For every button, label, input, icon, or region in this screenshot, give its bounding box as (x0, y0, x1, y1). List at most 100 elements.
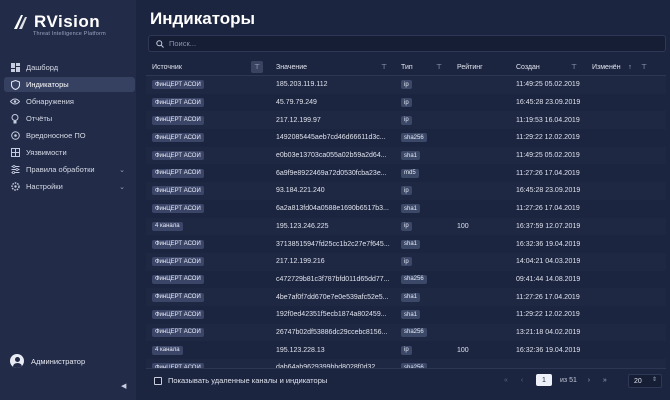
last-page-icon[interactable]: » (599, 377, 611, 384)
table-row[interactable]: ФинЦЕРТ АСОИ 45.79.79.249 ip 16:45:28 23.09… (146, 94, 666, 112)
table-row[interactable]: ФинЦЕРТ АСОИ dab64ab9629399bbd8028f0d32..… (146, 359, 666, 368)
table-row[interactable]: ФинЦЕРТ АСОИ 6a9f9e8922469a72d0530fcba23e… (146, 164, 666, 182)
type-badge: sha1 (401, 204, 421, 214)
sidebar-item-malware[interactable]: Вредоносное ПО (4, 128, 135, 143)
created-cell: 16:37:59 12.07.2019 (516, 222, 581, 230)
rating-cell: 100 (457, 222, 469, 230)
created-cell: 16:45:28 23.09.2019 (516, 187, 581, 195)
value-cell[interactable]: dab64ab9629399bbd8028f0d32... (276, 359, 381, 368)
logo-text: RVision (34, 12, 101, 31)
search-icon (156, 35, 164, 53)
sidebar-item-settings[interactable]: Настройки ⌄ (4, 179, 135, 194)
value-cell[interactable]: 185.203.119.112 (276, 76, 328, 94)
type-cell: ip (401, 111, 412, 129)
sidebar-item-dashboard[interactable]: Дашборд (4, 60, 135, 75)
source-badge: ФинЦЕРТ АСОИ (152, 151, 204, 161)
value-cell[interactable]: 6a9f9e8922469a72d0530fcba23e... (276, 164, 387, 182)
value-cell[interactable]: 192f0ed42351f5ecb1874a802459... (276, 306, 387, 324)
collapse-sidebar-icon[interactable]: ◀ (121, 382, 126, 390)
filter-icon[interactable]: ⊤ (378, 61, 390, 73)
chevron-down-icon: ⌄ (119, 184, 125, 191)
type-badge: sha256 (401, 327, 427, 337)
column-header-modified[interactable]: Изменён (592, 58, 621, 76)
value-cell[interactable]: c472729b81c3f787bfd011d65dd77... (276, 271, 390, 289)
table-row[interactable]: ФинЦЕРТ АСОИ 217.12.199.97 ip 11:19:53 16.0… (146, 111, 666, 129)
prev-page-icon[interactable]: ‹ (516, 377, 528, 384)
source-badge: ФинЦЕРТ АСОИ (152, 204, 204, 214)
created-cell: 13:21:18 04.02.2019 (516, 328, 581, 336)
sidebar-item-vulnerabilities[interactable]: Уязвимости (4, 145, 135, 160)
page-title: Индикаторы (150, 9, 256, 28)
value-cell[interactable]: 45.79.79.249 (276, 94, 317, 112)
type-cell: sha256 (401, 271, 427, 289)
per-page-select[interactable]: 20 ⇕ (628, 374, 662, 388)
table-row[interactable]: ФинЦЕРТ АСОИ c472729b81c3f787bfd011d65dd7… (146, 271, 666, 289)
source-cell: 4 канала (152, 218, 183, 236)
value-cell[interactable]: 195.123.228.13 (276, 341, 325, 359)
sidebar-item-detections[interactable]: Обнаружения (4, 94, 135, 109)
table-row[interactable]: ФинЦЕРТ АСОИ 26747b02df53886dc29ccebc8156… (146, 324, 666, 342)
search-input[interactable] (169, 39, 649, 48)
table-row[interactable]: ФинЦЕРТ АСОИ 37138515947fd25cc1b2c27e7f64… (146, 235, 666, 253)
source-cell: ФинЦЕРТ АСОИ (152, 253, 204, 271)
table-row[interactable]: ФинЦЕРТ АСОИ e0b03e13703ca055a02b59a2d64.… (146, 147, 666, 165)
next-page-icon[interactable]: › (583, 377, 595, 384)
table-row[interactable]: ФинЦЕРТ АСОИ 1492085445aeb7cd46d66611d3c.… (146, 129, 666, 147)
value-cell[interactable]: e0b03e13703ca055a02b59a2d64... (276, 147, 387, 165)
table-row[interactable]: ФинЦЕРТ АСОИ 185.203.119.112 ip 11:49:25 05… (146, 76, 666, 94)
type-badge: sha256 (401, 133, 427, 143)
created-cell: 14:04:21 04.03.2019 (516, 258, 581, 266)
source-cell: ФинЦЕРТ АСОИ (152, 359, 204, 368)
column-header-source[interactable]: Источник (152, 58, 182, 76)
page-number-input[interactable]: 1 (536, 374, 552, 386)
value-cell[interactable]: 1492085445aeb7cd46d66611d3c... (276, 129, 386, 147)
show-deleted-checkbox[interactable] (154, 376, 162, 385)
column-header-created[interactable]: Создан (516, 58, 540, 76)
value-cell[interactable]: 217.12.199.97 (276, 111, 321, 129)
type-badge: ip (401, 257, 412, 267)
column-header-value[interactable]: Значение (276, 58, 307, 76)
table-row[interactable]: ФинЦЕРТ АСОИ 93.184.221.240 ip 16:45:28 23.… (146, 182, 666, 200)
show-deleted-toggle[interactable]: Показывать удаленные каналы и индикаторы (154, 376, 327, 385)
search-bar[interactable] (148, 35, 666, 52)
created-cell: 11:49:25 05.02.2019 (516, 81, 580, 89)
filter-icon[interactable]: ⊤ (568, 61, 580, 73)
value-cell[interactable]: 4be7af0f7dd670e7e0e539afc52e5... (276, 288, 389, 306)
type-cell: ip (401, 94, 412, 112)
table-row[interactable]: ФинЦЕРТ АСОИ 4be7af0f7dd670e7e0e539afc52e… (146, 288, 666, 306)
value-cell[interactable]: 217.12.199.216 (276, 253, 325, 271)
source-cell: ФинЦЕРТ АСОИ (152, 271, 204, 289)
type-cell: ip (401, 253, 412, 271)
value-cell[interactable]: 26747b02df53886dc29ccebc8156... (276, 324, 387, 342)
filter-icon[interactable]: ⊤ (251, 61, 263, 73)
value-cell[interactable]: 6a2a813fd04a0588e1690b6517b3... (276, 200, 389, 218)
table-body: ФинЦЕРТ АСОИ 185.203.119.112 ip 11:49:25 05… (146, 76, 666, 368)
type-badge: ip (401, 115, 412, 125)
value-cell[interactable]: 195.123.246.225 (276, 218, 329, 236)
user-profile[interactable]: Администратор (10, 354, 85, 368)
value-cell[interactable]: 37138515947fd25cc1b2c27e7f645... (276, 235, 390, 253)
page-count: из 51 (560, 376, 577, 384)
table-row[interactable]: 4 канала 195.123.246.225 ip 100 16:37:59 12.… (146, 218, 666, 236)
table-row[interactable]: 4 канала 195.123.228.13 ip 100 16:32:36 19.0… (146, 341, 666, 359)
filter-icon[interactable]: ⊤ (638, 61, 650, 73)
created-cell: 16:45:28 23.09.2019 (516, 99, 581, 107)
first-page-icon[interactable]: « (500, 377, 512, 384)
logo-subtitle: Threat Intelligence Platform (33, 31, 106, 37)
column-header-type[interactable]: Тип (401, 58, 413, 76)
column-header-rating[interactable]: Рейтинг (457, 58, 483, 76)
sort-icon[interactable]: ↑ (624, 61, 636, 73)
table-row[interactable]: ФинЦЕРТ АСОИ 6a2a813fd04a0588e1690b6517b3… (146, 200, 666, 218)
created-cell: 09:41:44 14.08.2019 (516, 275, 581, 283)
source-badge: ФинЦЕРТ АСОИ (152, 327, 204, 337)
sidebar-item-reports[interactable]: Отчёты (4, 111, 135, 126)
filter-icon[interactable]: ⊤ (433, 61, 445, 73)
sidebar-item-processing-rules[interactable]: Правила обработки ⌄ (4, 162, 135, 177)
logo[interactable]: RVision Threat Intelligence Platform (12, 12, 106, 37)
sidebar-item-indicators[interactable]: Индикаторы (4, 77, 135, 92)
table-row[interactable]: ФинЦЕРТ АСОИ 217.12.199.216 ip 14:04:21 04.… (146, 253, 666, 271)
type-cell: ip (401, 182, 412, 200)
avatar (10, 354, 24, 368)
table-row[interactable]: ФинЦЕРТ АСОИ 192f0ed42351f5ecb1874a802459… (146, 306, 666, 324)
value-cell[interactable]: 93.184.221.240 (276, 182, 325, 200)
